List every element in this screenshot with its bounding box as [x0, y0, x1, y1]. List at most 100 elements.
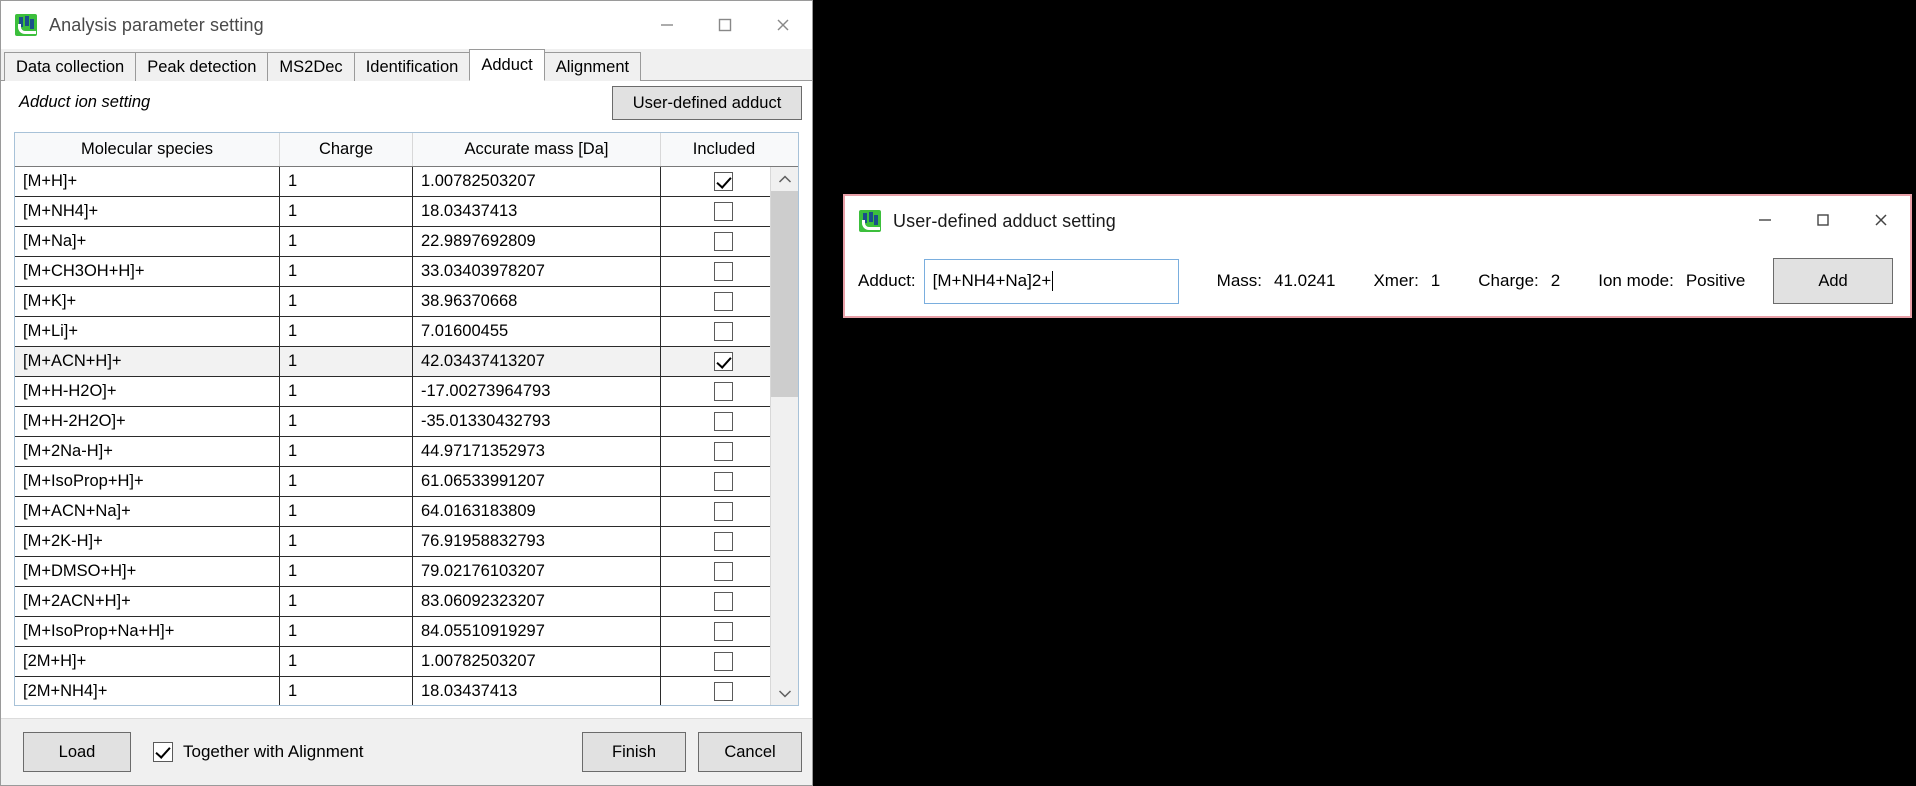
- cell-included[interactable]: [661, 437, 770, 466]
- included-checkbox[interactable]: [714, 502, 733, 521]
- finish-button[interactable]: Finish: [582, 732, 686, 772]
- cell-included[interactable]: [661, 467, 770, 496]
- cell-included[interactable]: [661, 557, 770, 586]
- adduct-grid: Molecular species Charge Accurate mass […: [14, 132, 799, 706]
- included-checkbox[interactable]: [714, 562, 733, 581]
- minimize-icon[interactable]: [1736, 196, 1794, 244]
- cell-included[interactable]: [661, 167, 770, 196]
- included-checkbox[interactable]: [714, 412, 733, 431]
- cell-accurate-mass: 7.01600455: [413, 317, 661, 346]
- included-checkbox[interactable]: [714, 592, 733, 611]
- maximize-icon[interactable]: [1794, 196, 1852, 244]
- cell-accurate-mass: 18.03437413: [413, 197, 661, 226]
- table-row[interactable]: [M+Li]+ 1 7.01600455: [15, 317, 770, 347]
- minimize-icon[interactable]: [638, 1, 696, 49]
- chevron-down-icon[interactable]: [771, 681, 798, 705]
- charge-value: 2: [1550, 271, 1561, 290]
- table-row[interactable]: [M+H-2H2O]+ 1 -35.01330432793: [15, 407, 770, 437]
- cell-included[interactable]: [661, 317, 770, 346]
- cell-molecular-species: [M+H]+: [15, 167, 280, 196]
- included-checkbox[interactable]: [714, 172, 733, 191]
- table-row[interactable]: [M+IsoProp+H]+ 1 61.06533991207: [15, 467, 770, 497]
- included-checkbox[interactable]: [714, 442, 733, 461]
- cell-included[interactable]: [661, 257, 770, 286]
- cell-included[interactable]: [661, 347, 770, 376]
- column-header-included[interactable]: Included: [661, 133, 787, 166]
- tab-adduct[interactable]: Adduct: [469, 49, 545, 81]
- included-checkbox[interactable]: [714, 652, 733, 671]
- included-checkbox[interactable]: [714, 472, 733, 491]
- cell-included[interactable]: [661, 647, 770, 676]
- table-row[interactable]: [M+H]+ 1 1.00782503207: [15, 167, 770, 197]
- table-row[interactable]: [M+2Na-H]+ 1 44.97171352973: [15, 437, 770, 467]
- cancel-button[interactable]: Cancel: [698, 732, 802, 772]
- tab-data-collection[interactable]: Data collection: [4, 52, 137, 81]
- cell-included[interactable]: [661, 587, 770, 616]
- cell-included[interactable]: [661, 407, 770, 436]
- cell-molecular-species: [2M+H]+: [15, 647, 280, 676]
- included-checkbox[interactable]: [714, 352, 733, 371]
- cell-charge: 1: [280, 437, 413, 466]
- scrollbar-thumb[interactable]: [771, 191, 798, 397]
- column-header-molecular-species[interactable]: Molecular species: [15, 133, 280, 166]
- add-button[interactable]: Add: [1773, 258, 1893, 304]
- column-header-accurate-mass[interactable]: Accurate mass [Da]: [413, 133, 661, 166]
- included-checkbox[interactable]: [714, 202, 733, 221]
- close-icon[interactable]: [1852, 196, 1910, 244]
- table-row[interactable]: [M+CH3OH+H]+ 1 33.03403978207: [15, 257, 770, 287]
- cell-accurate-mass: -35.01330432793: [413, 407, 661, 436]
- tab-ms2dec[interactable]: MS2Dec: [267, 52, 355, 81]
- chevron-up-icon[interactable]: [771, 167, 798, 191]
- cell-accurate-mass: 38.96370668: [413, 287, 661, 316]
- tab-peak-detection[interactable]: Peak detection: [135, 52, 269, 81]
- column-header-charge[interactable]: Charge: [280, 133, 413, 166]
- cell-included[interactable]: [661, 527, 770, 556]
- table-row[interactable]: [M+K]+ 1 38.96370668: [15, 287, 770, 317]
- included-checkbox[interactable]: [714, 532, 733, 551]
- included-checkbox[interactable]: [714, 292, 733, 311]
- included-checkbox[interactable]: [714, 232, 733, 251]
- cell-charge: 1: [280, 377, 413, 406]
- tab-identification[interactable]: Identification: [353, 52, 471, 81]
- cell-included[interactable]: [661, 617, 770, 646]
- table-row[interactable]: [M+IsoProp+Na+H]+ 1 84.05510919297: [15, 617, 770, 647]
- table-row[interactable]: [M+ACN+H]+ 1 42.03437413207: [15, 347, 770, 377]
- table-row[interactable]: [M+NH4]+ 1 18.03437413: [15, 197, 770, 227]
- cell-included[interactable]: [661, 497, 770, 526]
- table-row[interactable]: [M+ACN+Na]+ 1 64.0163183809: [15, 497, 770, 527]
- adduct-input[interactable]: [M+NH4+Na]2+: [923, 258, 1179, 304]
- table-row[interactable]: [2M+NH4]+ 1 18.03437413: [15, 677, 770, 705]
- cell-molecular-species: [M+Na]+: [15, 227, 280, 256]
- cell-included[interactable]: [661, 377, 770, 406]
- adduct-grid-scrollbar[interactable]: [770, 167, 798, 705]
- table-row[interactable]: [2M+H]+ 1 1.00782503207: [15, 647, 770, 677]
- analysis-parameter-setting-window: Analysis parameter setting Data collecti…: [0, 0, 813, 786]
- cell-included[interactable]: [661, 287, 770, 316]
- together-with-alignment-row[interactable]: Together with Alignment: [153, 742, 364, 762]
- cell-included[interactable]: [661, 197, 770, 226]
- cell-accurate-mass: 61.06533991207: [413, 467, 661, 496]
- cell-included[interactable]: [661, 227, 770, 256]
- table-row[interactable]: [M+H-H2O]+ 1 -17.00273964793: [15, 377, 770, 407]
- included-checkbox[interactable]: [714, 322, 733, 341]
- table-row[interactable]: [M+Na]+ 1 22.9897692809: [15, 227, 770, 257]
- tab-alignment[interactable]: Alignment: [543, 52, 642, 81]
- maximize-icon[interactable]: [696, 1, 754, 49]
- together-with-alignment-checkbox[interactable]: [153, 742, 173, 762]
- cell-molecular-species: [M+IsoProp+H]+: [15, 467, 280, 496]
- xmer-field: Xmer: 1: [1373, 271, 1440, 291]
- cell-charge: 1: [280, 317, 413, 346]
- included-checkbox[interactable]: [714, 382, 733, 401]
- scrollbar-track[interactable]: [771, 191, 798, 681]
- included-checkbox[interactable]: [714, 622, 733, 641]
- table-row[interactable]: [M+DMSO+H]+ 1 79.02176103207: [15, 557, 770, 587]
- load-button[interactable]: Load: [23, 732, 131, 772]
- table-row[interactable]: [M+2ACN+H]+ 1 83.06092323207: [15, 587, 770, 617]
- cell-included[interactable]: [661, 677, 770, 705]
- table-row[interactable]: [M+2K-H]+ 1 76.91958832793: [15, 527, 770, 557]
- included-checkbox[interactable]: [714, 682, 733, 701]
- included-checkbox[interactable]: [714, 262, 733, 281]
- adduct-ion-setting-label: Adduct ion setting: [19, 93, 151, 111]
- close-icon[interactable]: [754, 1, 812, 49]
- user-defined-adduct-button[interactable]: User-defined adduct: [612, 86, 802, 120]
